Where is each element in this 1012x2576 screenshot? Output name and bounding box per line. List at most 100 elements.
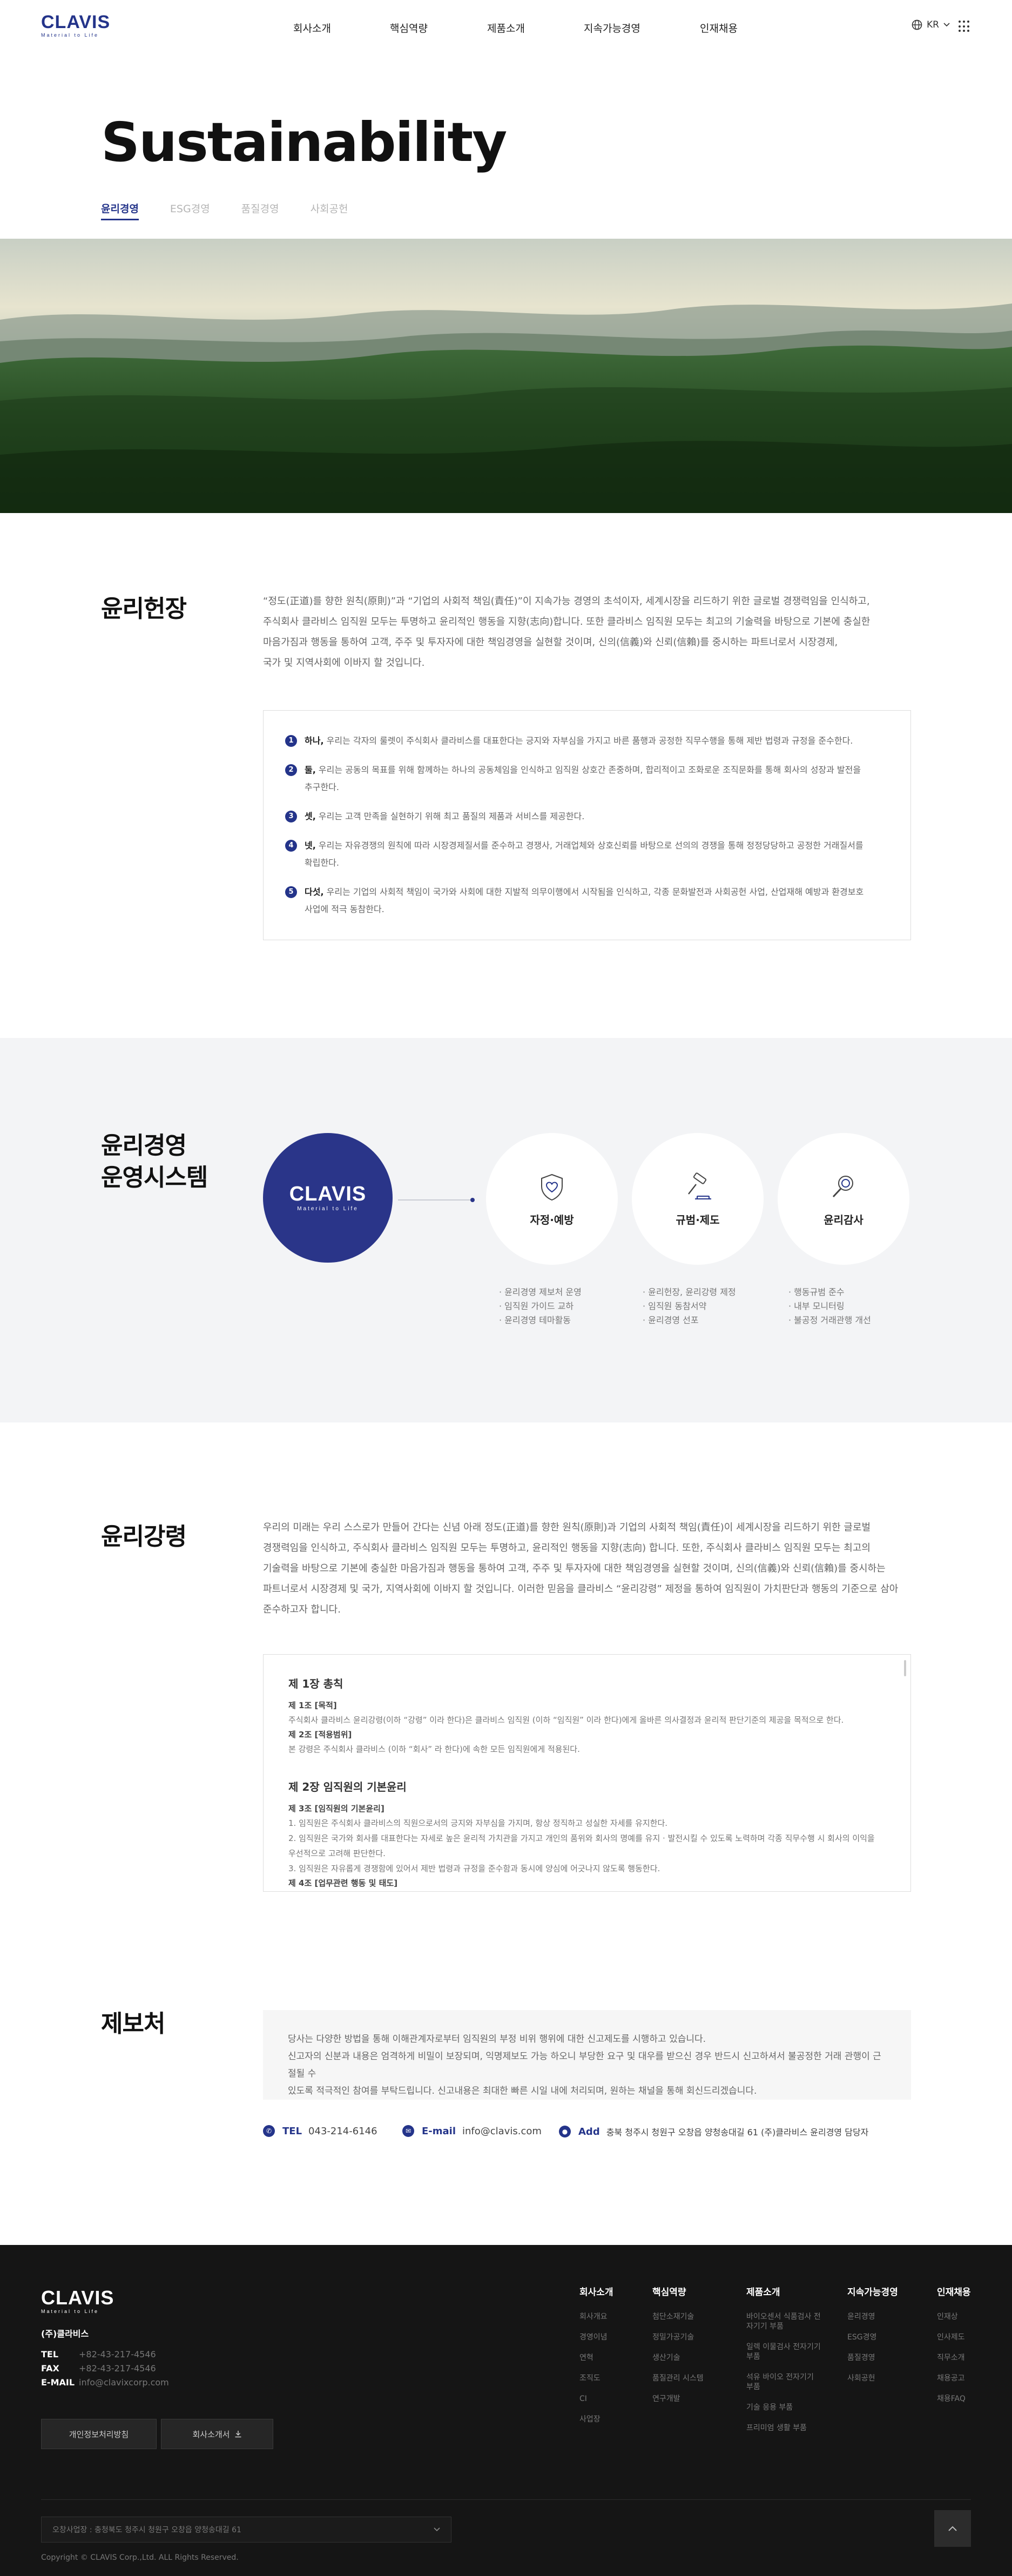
footer-col-title[interactable]: 회사소개: [579, 2284, 613, 2298]
footer-link[interactable]: 품질경영: [847, 2353, 898, 2363]
nav-item-competency[interactable]: 핵심역량: [390, 21, 428, 35]
tab-quality[interactable]: 품질경영: [241, 201, 279, 220]
charter-text: 우리는 고객 만족을 실현하기 위해 최고 품질의 제품과 서비스를 제공한다.: [318, 811, 585, 821]
footer-link[interactable]: 연혁: [579, 2353, 613, 2363]
code-intro-line: 파트너로서 시장경제 및 국가, 지역사회에 이바지 할 것입니다. 이러한 믿…: [263, 1583, 899, 1595]
gavel-icon: [688, 1172, 711, 1199]
arrow-up-icon: [948, 2526, 957, 2531]
site-location-select[interactable]: 오창사업장 : 충청북도 청주시 청원구 오창읍 양청송대길 61: [41, 2517, 451, 2543]
footer-link[interactable]: ESG경영: [847, 2332, 898, 2342]
nav-item-company[interactable]: 회사소개: [293, 21, 331, 35]
footer-link[interactable]: 직무소개: [937, 2353, 971, 2363]
footer-link[interactable]: 윤리경영: [847, 2312, 898, 2322]
system-circle-regulation: 규범·제도: [632, 1133, 764, 1265]
footer-link[interactable]: 연구개발: [652, 2394, 733, 2404]
footer-link[interactable]: 품질관리 시스템: [652, 2373, 733, 2383]
charter-item: 5 다섯, 우리는 기업의 사회적 책임이 국가와 사회에 대한 지발적 의무이…: [285, 884, 889, 918]
bullet-item: · 윤리경영 선포: [643, 1315, 699, 1325]
report-heading: 제보처: [101, 2010, 165, 2038]
charter-text: 우리는 각자의 룰렛이 주식회사 클라비스를 대표한다는 긍지와 자부심을 가지…: [326, 736, 853, 746]
tab-social[interactable]: 사회공헌: [311, 201, 348, 220]
bullet-item: · 불공정 거래관행 개선: [788, 1315, 871, 1325]
footer-link[interactable]: 석유 바이오 전자기기 부품: [746, 2372, 822, 2392]
tab-ethics[interactable]: 윤리경영: [101, 201, 139, 220]
report-email[interactable]: ✉ E-mail info@clavis.com: [402, 2125, 542, 2137]
site-location-value: 오창사업장 : 충청북도 청주시 청원구 오창읍 양청송대길 61: [52, 2526, 241, 2534]
footer-company: (주)클라비스: [41, 2329, 89, 2339]
bullet-item: · 윤리경영 제보처 운영: [499, 1287, 582, 1297]
language-selector[interactable]: KR: [912, 19, 950, 30]
charter-number: 2: [285, 764, 297, 776]
scrollbar-thumb[interactable]: [904, 1660, 906, 1676]
nav-item-careers[interactable]: 인재채용: [700, 21, 738, 35]
footer-link[interactable]: 사업장: [579, 2415, 613, 2424]
footer-fax-label: FAX: [41, 2363, 59, 2373]
footer-link[interactable]: 바이오센서 식품검사 전자기기 부품: [746, 2312, 822, 2331]
article-text: 3. 임직원은 자유롭게 경쟁함에 있어서 제반 법령과 규정을 준수함과 동시…: [288, 1864, 660, 1873]
code-heading: 윤리강령: [101, 1523, 187, 1550]
email-label: E-mail: [422, 2125, 456, 2137]
charter-intro-line: 마음가짐과 행동을 통하여 고객, 주주 및 투자자에 대한 책임경영을 실현할…: [263, 637, 838, 648]
article-text: 1. 임직원은 주식회사 클라비스의 직원으로서의 긍지와 자부심을 가지며, …: [288, 1818, 668, 1828]
system-circle-label: 자정·예방: [530, 1213, 574, 1226]
brochure-download-button[interactable]: 회사소개서: [161, 2419, 273, 2449]
charter-item: 2 둘, 우리는 공동의 목표를 위해 함께하는 하나의 공동체임을 인식하고 …: [285, 761, 889, 796]
footer-link[interactable]: 경영이념: [579, 2332, 613, 2342]
system-circle-audit: 윤리감사: [778, 1133, 909, 1265]
footer-link[interactable]: CI: [579, 2394, 613, 2404]
footer-link[interactable]: 일렉 이물검사 전자기기 부품: [746, 2342, 822, 2362]
footer-link[interactable]: 채용공고: [937, 2373, 971, 2383]
footer-email-value: info@clavixcorp.com: [79, 2377, 169, 2388]
code-intro: 우리의 미래는 우리 스스로가 만들어 간다는 신념 아래 정도(正道)를 향한…: [263, 1518, 911, 1620]
system-heading: 윤리경영 운영시스템: [101, 1130, 208, 1194]
footer-logo[interactable]: CLAVIS Material to Life: [41, 2288, 114, 2315]
footer-link[interactable]: 사회공헌: [847, 2373, 898, 2383]
tab-esg[interactable]: ESG경영: [170, 201, 210, 220]
connector-dot: [470, 1198, 475, 1202]
footer-link[interactable]: 채용FAQ: [937, 2394, 971, 2404]
bullet-item: · 행동규범 준수: [788, 1287, 845, 1297]
charter-intro: “정도(正道)를 향한 원칙(原則)”과 “기업의 사회적 책임(責任)”이 지…: [263, 591, 911, 673]
footer-col-title[interactable]: 제품소개: [746, 2284, 822, 2298]
charter-number: 3: [285, 811, 297, 822]
footer-link[interactable]: 조직도: [579, 2373, 613, 2383]
bullet-item: · 윤리경영 테마활동: [499, 1315, 571, 1325]
code-intro-line: 기술력을 바탕으로 기본에 충실한 마음가짐과 행동을 통하여 고객, 주주 및…: [263, 1563, 886, 1574]
logo-text: CLAVIS: [41, 12, 111, 32]
mail-icon: ✉: [402, 2125, 414, 2137]
footer-email: E-MAIL info@clavixcorp.com: [41, 2377, 169, 2388]
privacy-policy-button[interactable]: 개인정보처리방침: [41, 2419, 157, 2449]
footer-email-label: E-MAIL: [41, 2377, 75, 2388]
logo[interactable]: CLAVIS Material to Life: [41, 13, 110, 38]
footer-link[interactable]: 생산기술: [652, 2353, 733, 2363]
scroll-top-button[interactable]: [934, 2510, 971, 2547]
charter-heading: 윤리헌장: [101, 595, 187, 623]
footer-link[interactable]: 정밀가공기술: [652, 2332, 733, 2342]
bullet-item: · 내부 모니터링: [788, 1301, 845, 1311]
footer-link[interactable]: 회사개요: [579, 2312, 613, 2322]
article-title: 제 3조 [임직원의 기본윤리]: [288, 1804, 384, 1813]
nav-item-products[interactable]: 제품소개: [487, 21, 525, 35]
article-title: 제 2조 [적용범위]: [288, 1730, 352, 1739]
footer-link[interactable]: 기술 응용 부품: [746, 2403, 822, 2412]
system-logo-text: CLAVIS: [289, 1183, 367, 1205]
page-title: Sustainability: [101, 111, 507, 174]
footer-link[interactable]: 프리미엄 생활 부품: [746, 2423, 822, 2433]
code-scroll-box[interactable]: 제 1장 총칙 제 1조 [목적] 주식회사 클라비스 윤리강령(이하 “강령”…: [263, 1654, 911, 1892]
footer-link[interactable]: 인재상: [937, 2312, 971, 2322]
sub-tabs: 윤리경영 ESG경영 품질경영 사회공헌: [101, 201, 380, 220]
footer-link[interactable]: 첨단소재기술: [652, 2312, 733, 2322]
charter-text: 추구한다.: [305, 782, 339, 792]
code-intro-line: 우리의 미래는 우리 스스로가 만들어 간다는 신념 아래 정도(正道)를 향한…: [263, 1522, 871, 1533]
nav-item-sustainability[interactable]: 지속가능경영: [584, 21, 640, 35]
report-tel[interactable]: ✆ TEL 043-214-6146: [263, 2125, 377, 2137]
article-title: 제 4조 [업무관련 행동 및 태도]: [288, 1878, 398, 1888]
footer-col-title[interactable]: 핵심역량: [652, 2284, 733, 2298]
footer-col-title[interactable]: 지속가능경영: [847, 2284, 898, 2298]
footer-col-title[interactable]: 인재채용: [937, 2284, 971, 2298]
sitemap-grid-icon[interactable]: [959, 21, 970, 32]
footer-link[interactable]: 인사제도: [937, 2332, 971, 2342]
download-icon: [235, 2431, 241, 2438]
chapter-title: 제 2장 임직원의 기본윤리: [288, 1781, 407, 1793]
email-value: info@clavis.com: [462, 2125, 542, 2137]
